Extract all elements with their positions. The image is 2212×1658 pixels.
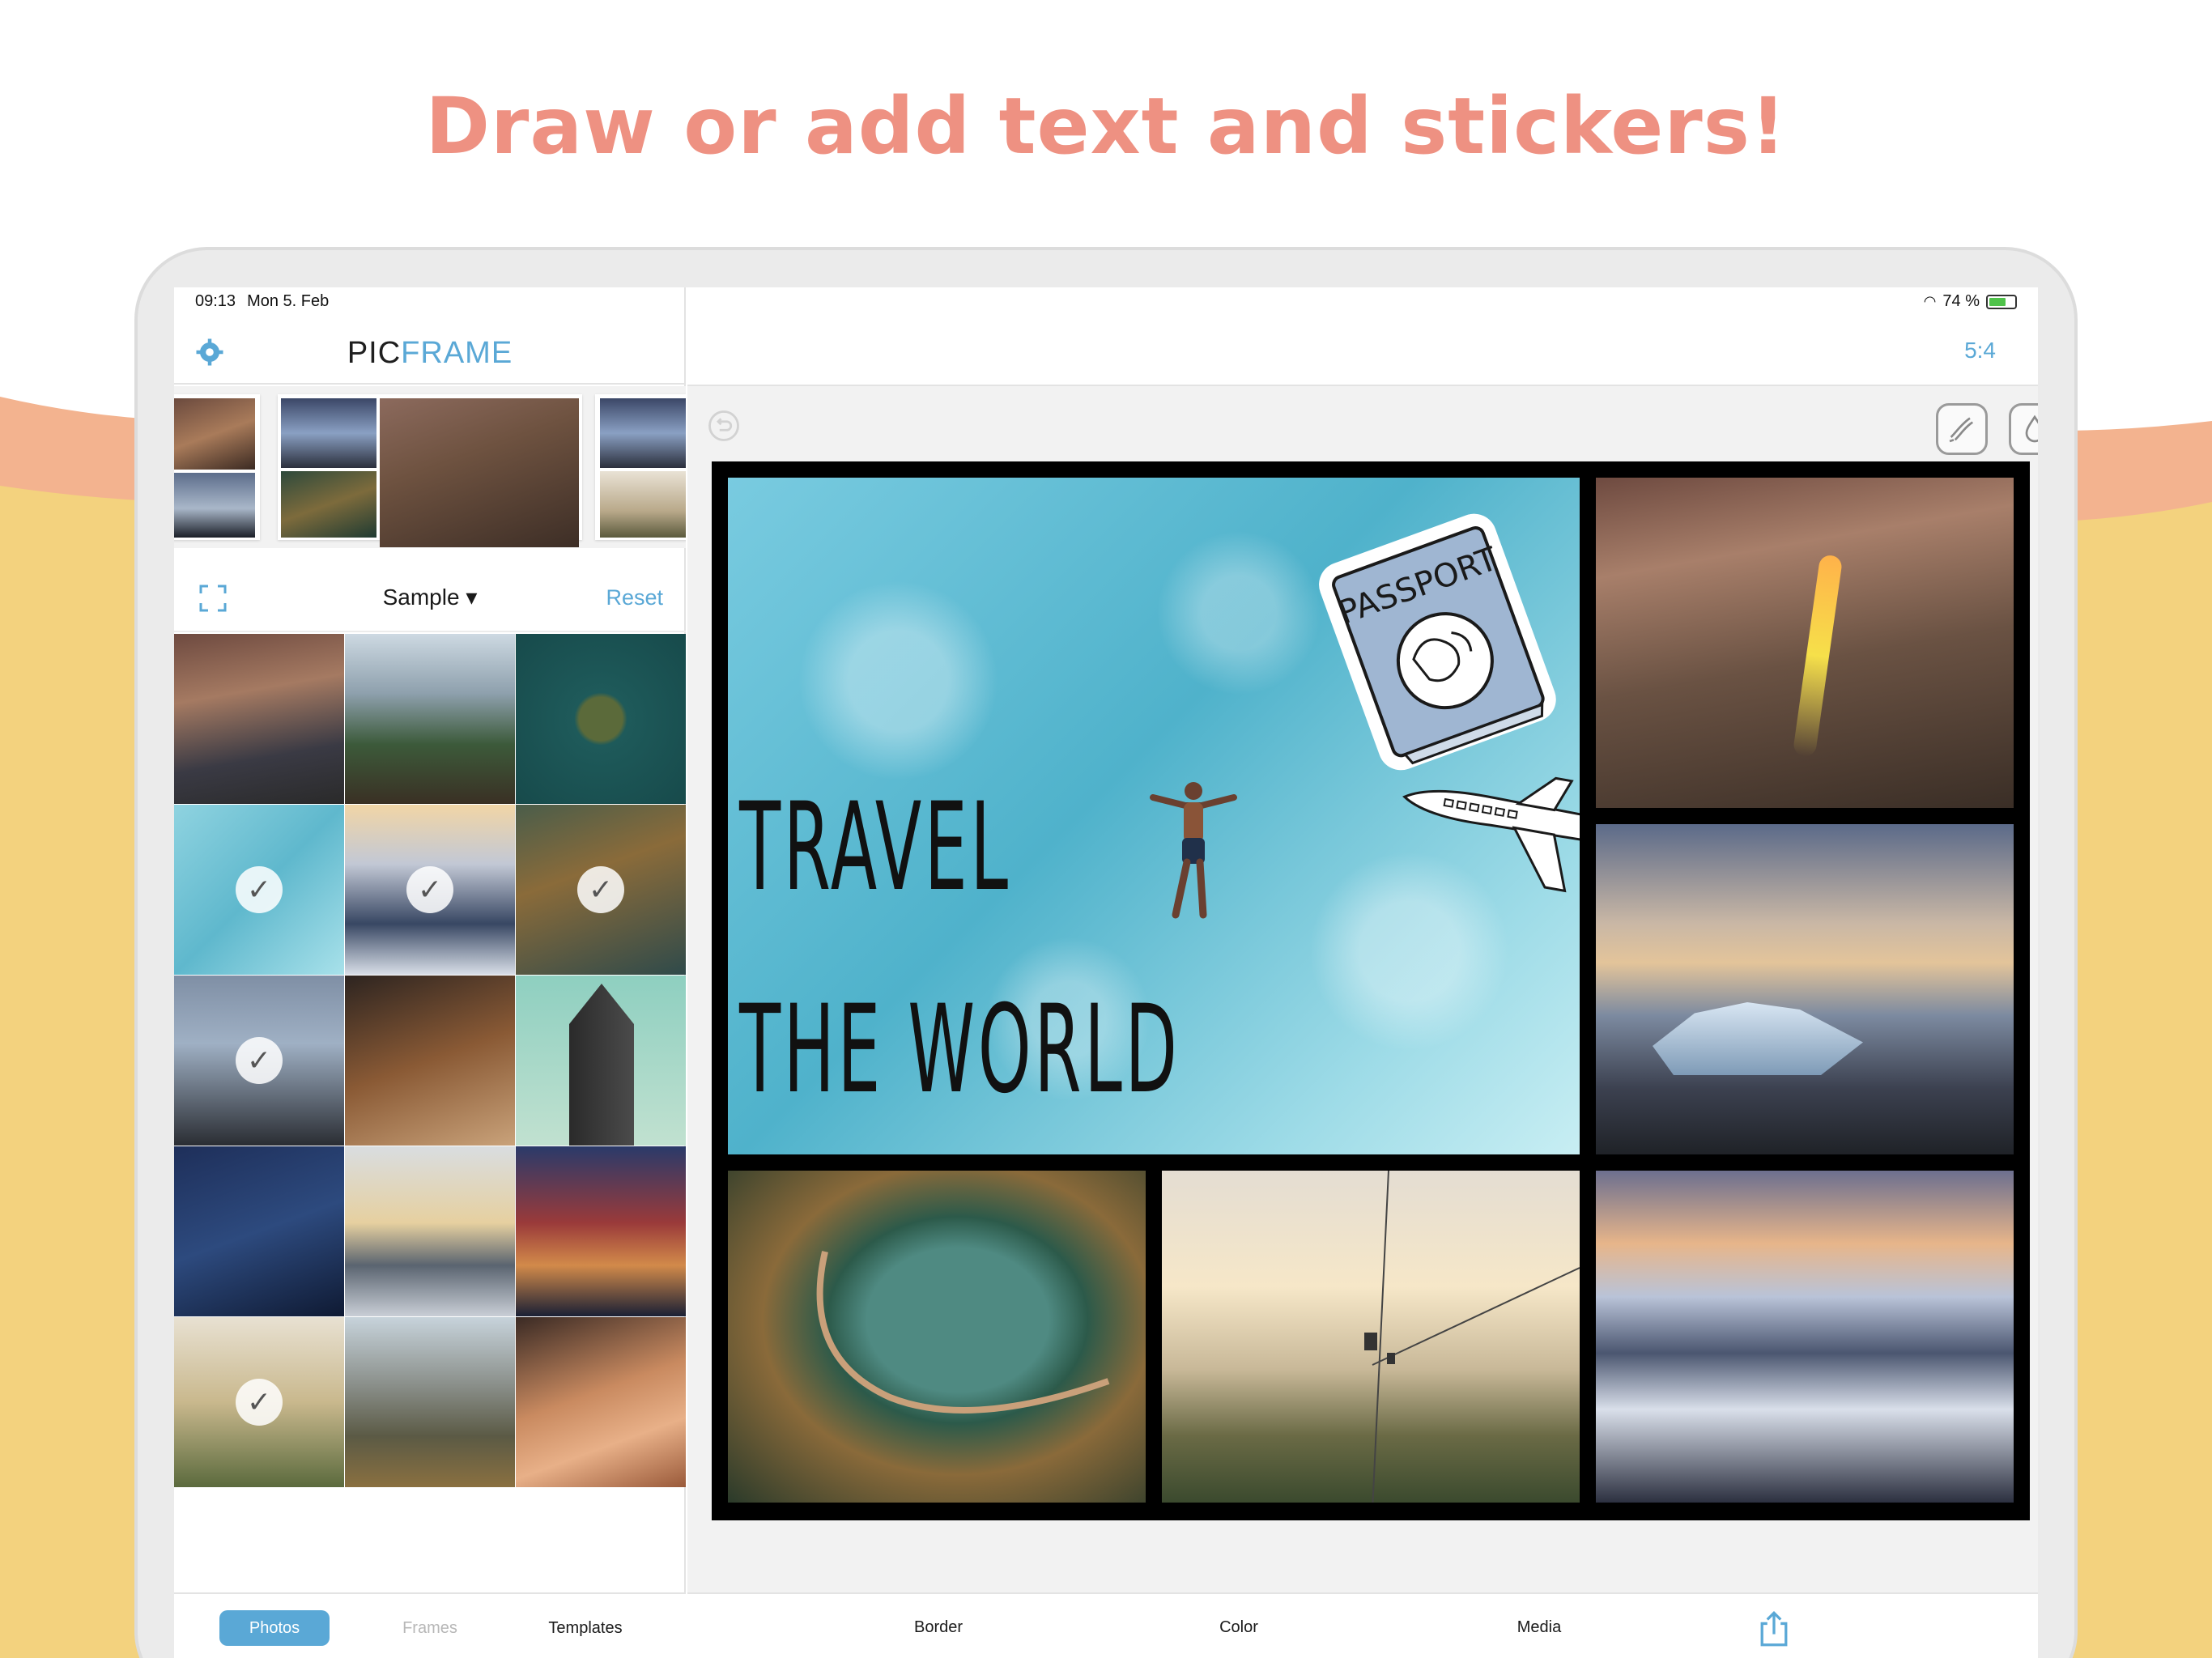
app-logo: PICFRAME <box>174 336 686 371</box>
photo-thumb[interactable] <box>516 1317 686 1487</box>
aspect-ratio-button[interactable]: 5:4 <box>1964 338 1996 363</box>
share-icon[interactable] <box>1758 1610 1790 1647</box>
left-toolbar: PICFRAME <box>174 320 686 385</box>
photo-thumb[interactable]: ✓ <box>345 805 515 975</box>
template-thumb[interactable] <box>278 394 582 547</box>
cable-lines <box>1364 1171 1580 1503</box>
wifi-icon: ◠ <box>1923 293 1937 310</box>
tab-frames[interactable]: Frames <box>375 1610 485 1646</box>
photo-thumb[interactable] <box>174 634 344 804</box>
collage-photo-cablecar[interactable] <box>1162 1171 1580 1503</box>
status-indicators: ◠ 74 % <box>1924 292 2017 311</box>
collage-photo-water[interactable]: PASSPORT TRAVEL THE WORLD <box>728 478 1580 1154</box>
photo-thumb[interactable]: ✓ <box>516 805 686 975</box>
photo-thumb[interactable] <box>516 1146 686 1316</box>
photo-thumb[interactable]: ✓ <box>174 976 344 1146</box>
status-time: 09:13 Mon 5. Feb <box>195 292 329 311</box>
left-panel: 09:13 Mon 5. Feb PICFRAME Sample ▾ Reset… <box>174 287 686 1658</box>
status-clock: 09:13 <box>195 292 236 310</box>
battery-label: 74 % <box>1942 292 1980 310</box>
collage-canvas[interactable]: PASSPORT TRAVEL THE WORLD <box>712 461 2030 1520</box>
canvas-text-line1[interactable]: TRAVEL <box>739 777 1011 918</box>
check-icon: ✓ <box>236 1037 283 1084</box>
photo-grid: ✓ ✓ ✓ ✓ ✓ <box>174 634 686 1502</box>
headline: Draw or add text and stickers! <box>425 81 1787 172</box>
check-icon: ✓ <box>406 866 453 913</box>
check-icon: ✓ <box>236 866 283 913</box>
collage-photo-valley[interactable] <box>1596 1171 2014 1503</box>
collage-photo-cliff[interactable] <box>1596 478 2014 808</box>
template-strip[interactable] <box>174 386 686 548</box>
album-bar: Sample ▾ Reset <box>174 563 686 632</box>
photo-thumb[interactable]: ✓ <box>174 805 344 975</box>
template-thumb[interactable] <box>174 394 260 540</box>
brush-icon <box>1949 417 1974 443</box>
app-screen: 09:13 Mon 5. Feb PICFRAME Sample ▾ Reset… <box>174 287 2038 1658</box>
airplane-sticker[interactable] <box>1392 769 1580 899</box>
left-tabbar: Photos Frames Templates <box>174 1592 686 1658</box>
photo-thumb[interactable] <box>516 976 686 1146</box>
passport-sticker[interactable]: PASSPORT <box>1295 502 1570 777</box>
photo-thumb[interactable] <box>345 634 515 804</box>
drop-tool[interactable] <box>2009 403 2038 455</box>
photo-thumb[interactable] <box>516 634 686 804</box>
tab-media[interactable]: Media <box>1458 1618 1620 1637</box>
brush-tool[interactable] <box>1936 403 1988 455</box>
template-thumb[interactable] <box>595 394 686 540</box>
photo-thumb[interactable] <box>174 1146 344 1316</box>
tab-border[interactable]: Border <box>857 1618 1019 1637</box>
photo-thumb[interactable] <box>345 976 515 1146</box>
swimmer-figure <box>1150 782 1237 919</box>
battery-icon <box>1986 294 2017 309</box>
tab-photos[interactable]: Photos <box>219 1610 330 1646</box>
reset-button[interactable]: Reset <box>606 585 663 610</box>
logo-frame: FRAME <box>401 336 513 370</box>
editor-panel: ◠ 74 % 5:4 PASSPORT TRAVEL THE WORLD Bor… <box>687 287 2038 1658</box>
canvas-text-line2[interactable]: THE WORLD <box>739 980 1180 1120</box>
photo-thumb[interactable] <box>345 1146 515 1316</box>
editor-tabbar: Border Color Media <box>687 1592 2038 1658</box>
check-icon: ✓ <box>236 1379 283 1426</box>
photo-thumb[interactable] <box>345 1317 515 1487</box>
drop-icon <box>2025 414 2038 443</box>
photo-thumb[interactable]: ✓ <box>174 1317 344 1487</box>
tab-color[interactable]: Color <box>1158 1618 1320 1637</box>
logo-pic: PIC <box>347 336 402 370</box>
collage-photo-iceberg[interactable] <box>1596 824 2014 1154</box>
collage-photo-forest[interactable] <box>728 1171 1146 1503</box>
tab-templates[interactable]: Templates <box>530 1610 640 1646</box>
editor-toolbar: ◠ 74 % 5:4 <box>687 287 2038 386</box>
status-date: Mon 5. Feb <box>247 292 330 310</box>
forest-path <box>816 1251 1110 1414</box>
check-icon: ✓ <box>577 866 624 913</box>
undo-icon[interactable] <box>707 409 741 443</box>
